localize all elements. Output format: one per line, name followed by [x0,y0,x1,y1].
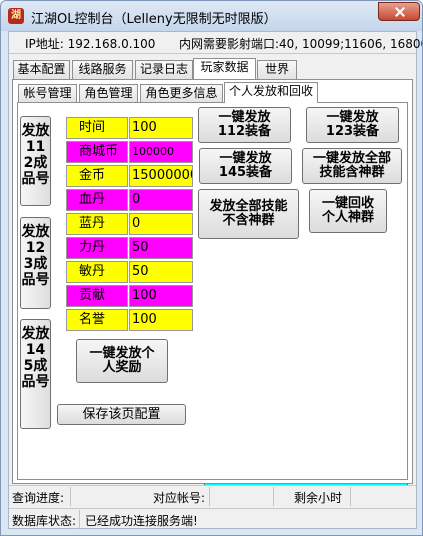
database-status-bar: 数据库状态: 已经成功连接服务端! [9,508,416,529]
stat-label-honor: 名誉 [66,309,128,331]
status-separator [273,487,274,506]
db-status-value: 已经成功连接服务端! [85,514,198,528]
subtab-personal-issue-recall[interactable]: 个人发放和回收 [224,82,318,103]
query-status-bar: 查询进度: 对应帐号: 剩余小时 [9,485,416,506]
issue-145-account-button[interactable]: 发放145成品号 [20,319,51,429]
tab-basic-config[interactable]: 基本配置 [13,60,70,79]
subtab-role-more-info[interactable]: 角色更多信息 [140,84,223,103]
stat-value-str-pill[interactable]: 50 [129,237,193,259]
issue-123-equipment-button[interactable]: 一键发放 123装备 [306,107,399,143]
stat-value-time[interactable]: 100 [129,117,193,139]
button-line: 一键发放 [219,151,272,166]
stat-value-mp-pill[interactable]: 0 [129,213,193,235]
button-line: 人奖励 [102,360,142,375]
main-window: 湖 江湖OL控制台（Lelleny无限制无时限版） IP地址: 192.168.… [0,0,423,536]
button-line: 145装备 [218,165,273,180]
stats-grid: 时间 100 商城币 100000 金币 150000000 血丹 0 蓝丹 0… [66,117,194,331]
button-line: 技能含神群 [319,165,385,180]
button-line: 不含神群 [222,213,275,228]
stat-label-mall-coin: 商城币 [66,141,128,163]
button-line: 一键发放全部 [312,151,391,166]
tab-world[interactable]: 世界 [257,60,297,79]
status-separator [70,487,71,506]
button-line: 发放全部技能 [209,199,288,214]
query-progress-label: 查询进度: [12,491,65,505]
stat-value-contribution[interactable]: 100 [129,285,193,307]
button-line: 112装备 [217,124,272,139]
tab-player-data[interactable]: 玩家数据 [193,58,256,79]
recall-personal-god-group-button[interactable]: 一键回收 个人神群 [309,189,387,233]
stat-label-mp-pill: 蓝丹 [66,213,128,235]
stat-value-mall-coin[interactable]: 100000 [129,141,193,163]
ip-address-label: IP地址: 192.168.0.100 [25,37,156,51]
status-separator [350,487,351,506]
button-line: 一键回收 [321,196,374,211]
issue-145-equipment-button[interactable]: 一键发放 145装备 [199,148,292,184]
stat-label-gold: 金币 [66,165,128,187]
stat-label-contribution: 贡献 [66,285,128,307]
issue-123-account-button[interactable]: 发放123成品号 [20,217,51,309]
tab-line-service[interactable]: 线路服务 [72,60,133,79]
issue-personal-reward-button[interactable]: 一键发放个 人奖励 [76,339,168,383]
subtab-role-manage[interactable]: 角色管理 [79,84,138,103]
status-separator [79,510,80,529]
button-line: 一键发放个 [89,346,155,361]
button-line: 一键发放 [326,110,379,125]
stat-value-gold[interactable]: 150000000 [129,165,193,187]
account-label: 对应帐号: [153,491,206,505]
stat-label-agi-pill: 敏丹 [66,261,128,283]
button-line: 个人神群 [321,210,374,225]
tab-log[interactable]: 记录日志 [135,60,193,79]
network-info-bar: IP地址: 192.168.0.100 内网需要影射端口:40, 10099;1… [9,32,422,54]
save-page-config-button[interactable]: 保存该页配置 [57,404,186,425]
button-line: 123装备 [325,124,380,139]
app-logo-icon: 湖 [8,8,24,24]
button-line: 一键发放 [218,110,271,125]
db-status-label: 数据库状态: [12,514,77,528]
stat-label-time: 时间 [66,117,128,139]
stat-value-agi-pill[interactable]: 50 [129,261,193,283]
stat-label-hp-pill: 血丹 [66,189,128,211]
port-mapping-label: 内网需要影射端口:40, 10099;11606, 16800, [179,37,423,51]
subtab-account-manage[interactable]: 帐号管理 [18,84,77,103]
client-area: IP地址: 192.168.0.100 内网需要影射端口:40, 10099;1… [8,31,422,529]
issue-all-skills-no-god-group-button[interactable]: 发放全部技能 不含神群 [198,189,299,239]
window-title: 江湖OL控制台（Lelleny无限制无时限版） [31,12,277,27]
remaining-hours-label: 剩余小时 [294,491,343,505]
title-bar: 湖 江湖OL控制台（Lelleny无限制无时限版） [1,1,422,31]
personal-issue-panel: 发放112成品号 发放123成品号 发放145成品号 时间 100 商城币 10… [17,102,408,480]
issue-112-account-button[interactable]: 发放112成品号 [20,116,51,206]
issue-all-skills-with-god-group-button[interactable]: 一键发放全部 技能含神群 [302,148,402,184]
stat-value-hp-pill[interactable]: 0 [129,189,193,211]
close-icon[interactable] [378,2,420,21]
stat-value-honor[interactable]: 100 [129,309,193,331]
issue-112-equipment-button[interactable]: 一键发放 112装备 [198,107,291,143]
player-data-panel: 帐号管理 角色管理 角色更多信息 个人发放和回收 发放112成品号 发放123成… [12,79,413,484]
stat-label-str-pill: 力丹 [66,237,128,259]
status-separator [209,487,210,506]
